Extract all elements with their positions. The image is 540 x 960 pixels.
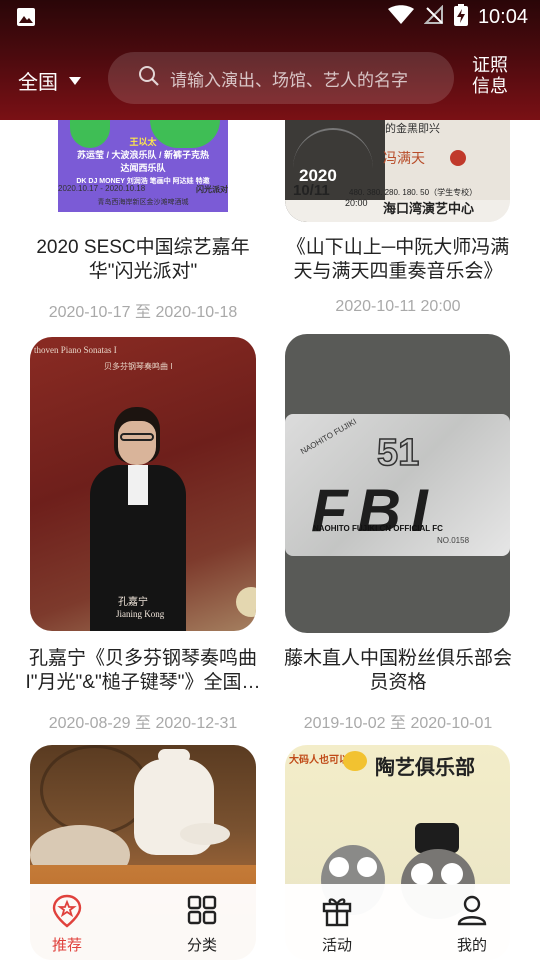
event-date: 2019-10-02 至 2020-10-01: [303, 715, 493, 732]
search-icon: [138, 65, 160, 92]
poster-prices: 480. 380. 280. 180. 50（学生专校）: [349, 188, 478, 197]
category-icon: [186, 894, 218, 933]
city-selector[interactable]: 全国: [18, 66, 82, 95]
poster-venue: 青岛西海岸新区金沙滩啤酒城: [97, 199, 189, 206]
poster-artist-en: Jianing Kong: [116, 609, 165, 619]
nav-label: 活动: [321, 937, 352, 954]
poster-artist-cn: 孔嘉宁: [118, 597, 148, 608]
poster-brand: 闪光派对: [196, 185, 228, 194]
event-title: 孔嘉宁《贝多芬钢琴奏鸣曲I"月光"&"槌子键琴"》全国巡演: [25, 648, 261, 693]
poster-name: 冯满天: [383, 150, 425, 166]
nav-label: 我的: [456, 937, 487, 954]
search-bar[interactable]: 请输入演出、场馆、艺人的名字: [108, 52, 454, 104]
event-poster[interactable]: thoven Piano Sonatas I 贝多芬钢琴奏鸣曲 I 孔嘉宁 Ji…: [30, 337, 256, 631]
poster-venue: 海口湾演艺中心: [383, 201, 475, 216]
city-label: 全国: [18, 72, 58, 94]
nav-label: 推荐: [51, 937, 82, 954]
nav-recommend[interactable]: 推荐: [17, 884, 117, 960]
event-title: 2020 SESC中国综艺嘉年华"闪光派对": [36, 237, 250, 282]
recommend-icon: [51, 894, 83, 933]
card-serial: NO.0158: [437, 536, 470, 545]
nav-label: 分类: [186, 937, 217, 954]
nav-activity[interactable]: 活动: [287, 884, 387, 960]
gallery-notification-icon: [16, 7, 36, 32]
poster-time: 20:00: [345, 198, 368, 208]
gift-icon: [321, 894, 353, 933]
card-brand-text: NAOHITO FUJIKI: [298, 416, 359, 457]
event-title: 《山下山上─中阮大师冯满天与满天四重奏音乐会》: [286, 237, 510, 282]
event-grid: 王以太 苏运莹 / 大波浪乐队 / 新裤子克热 达闻西乐队 DK DJ MONE…: [0, 0, 540, 960]
search-placeholder: 请输入演出、场馆、艺人的名字: [170, 70, 408, 90]
poster-dates: 2020.10.17 - 2020.10.18: [58, 184, 146, 193]
event-date: 2020-10-11 20:00: [335, 298, 461, 315]
caret-down-icon: [68, 69, 82, 92]
card-logo: FBI: [311, 477, 438, 544]
bottom-nav: 推荐 分类 活动 我的: [0, 884, 540, 960]
battery-charging-icon: [453, 4, 468, 31]
poster-tag: 的金黑即兴: [385, 123, 440, 135]
poster-sub: 大码人也可以: [289, 755, 349, 766]
poster-title: 陶艺俱乐部: [375, 757, 475, 779]
top-header: 10:04 全国 请输入演出、场馆、艺人的名字 证照信息: [0, 0, 540, 120]
card-fc-text: NAOHITO FUJIKI CN OFFICIAL FC: [313, 524, 443, 533]
event-date: 2020-10-17 至 2020-10-18: [48, 304, 238, 321]
wifi-icon: [387, 5, 414, 30]
profile-icon: [456, 894, 488, 933]
nav-category[interactable]: 分类: [152, 884, 252, 960]
nav-profile[interactable]: 我的: [422, 884, 522, 960]
event-poster[interactable]: NAOHITO FUJIKI 51 FBI NAOHITO FUJIKI CN …: [285, 334, 510, 633]
license-info-button[interactable]: 证照信息: [472, 55, 512, 97]
card-number: 51: [376, 431, 420, 475]
status-bar: 10:04: [0, 0, 540, 36]
event-date: 2020-08-29 至 2020-12-31: [48, 715, 238, 732]
poster-text: 苏运莹 / 大波浪乐队 / 新裤子克热: [76, 150, 209, 160]
clock: 10:04: [477, 6, 528, 28]
poster-date: 10/11: [293, 182, 330, 199]
poster-text: 达闻西乐队: [120, 163, 166, 173]
poster-text: 王以太: [129, 137, 157, 147]
poster-subtitle-en: thoven Piano Sonatas I: [34, 345, 117, 355]
no-signal-icon: [423, 4, 444, 30]
poster-subtitle: 贝多芬钢琴奏鸣曲 I: [104, 362, 173, 371]
event-title: 藤木直人中国粉丝俱乐部会员资格: [283, 648, 512, 693]
